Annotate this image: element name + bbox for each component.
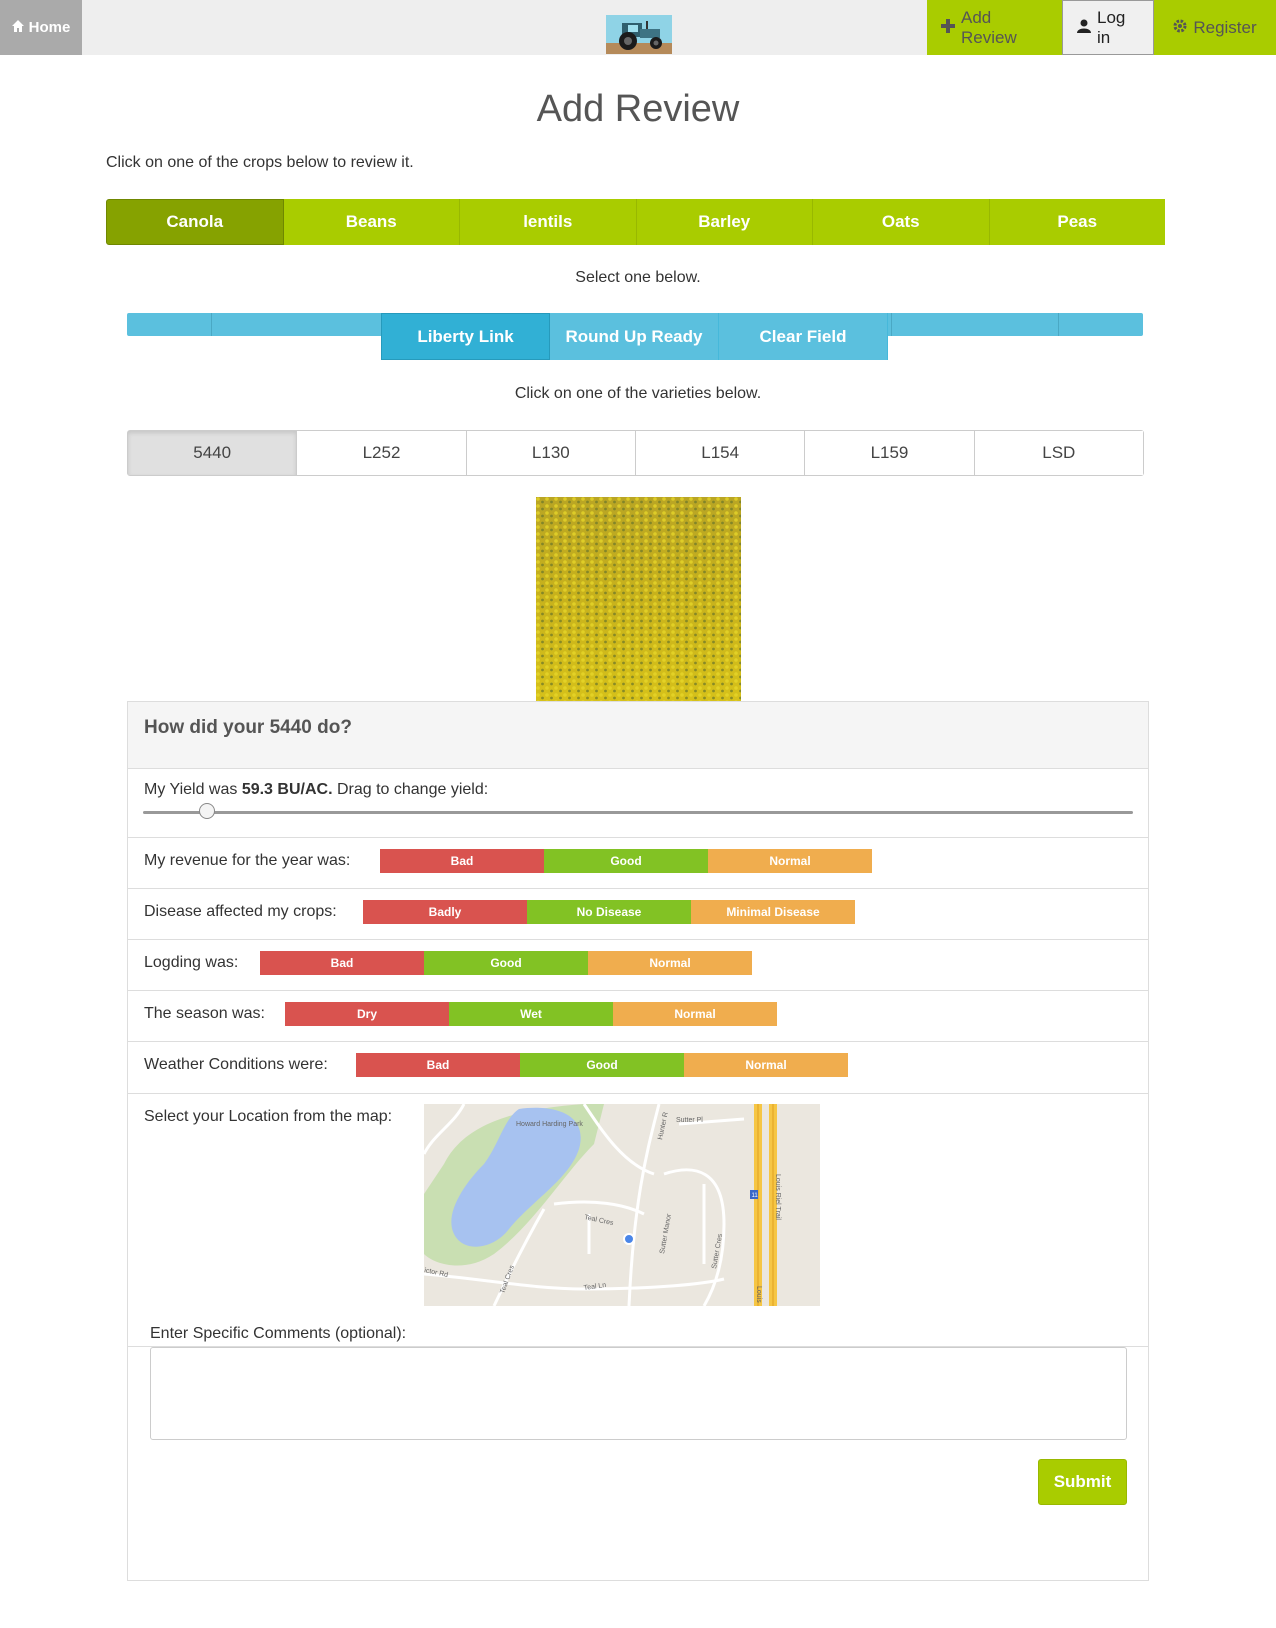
yield-label: My Yield was 59.3 BU/AC. Drag to change … bbox=[144, 781, 488, 799]
map-label: Louis Riel Trail bbox=[774, 1174, 781, 1220]
crop-tabs: Canola Beans lentils Barley Oats Peas bbox=[106, 199, 1165, 245]
herbicide-bar-divider bbox=[891, 313, 892, 336]
user-icon bbox=[1077, 18, 1091, 38]
comments-textarea[interactable] bbox=[150, 1347, 1127, 1440]
yield-slider-track[interactable] bbox=[143, 811, 1133, 814]
herbicide-bar-divider bbox=[211, 313, 212, 336]
revenue-option-normal[interactable]: Normal bbox=[708, 849, 872, 873]
crop-tab-beans[interactable]: Beans bbox=[283, 199, 460, 245]
variety-tab-l252[interactable]: L252 bbox=[297, 431, 467, 475]
home-label: Home bbox=[28, 19, 71, 36]
revenue-option-good[interactable]: Good bbox=[544, 849, 708, 873]
revenue-option-bad[interactable]: Bad bbox=[380, 849, 544, 873]
lodging-option-good[interactable]: Good bbox=[424, 951, 588, 975]
season-label: The season was: bbox=[144, 1005, 265, 1022]
weather-choices: Bad Good Normal bbox=[356, 1053, 848, 1077]
gear-icon bbox=[1173, 18, 1187, 38]
login-label: Log in bbox=[1097, 7, 1126, 47]
canola-field-image bbox=[536, 497, 741, 701]
disease-choices: Badly No Disease Minimal Disease bbox=[363, 900, 855, 924]
herbicide-bar-divider bbox=[1058, 313, 1059, 336]
variety-tabs: 5440 L252 L130 L154 L159 LSD bbox=[127, 430, 1144, 476]
season-option-normal[interactable]: Normal bbox=[613, 1002, 777, 1026]
variety-tab-l130[interactable]: L130 bbox=[466, 431, 636, 475]
variety-tab-l154[interactable]: L154 bbox=[635, 431, 806, 475]
variety-tab-lsd[interactable]: LSD bbox=[974, 431, 1143, 475]
home-icon bbox=[11, 19, 24, 36]
revenue-label: My revenue for the year was: bbox=[144, 852, 351, 869]
map-label: Howard Harding Park bbox=[516, 1121, 583, 1128]
variety-hint: Click on one of the varieties below. bbox=[514, 385, 762, 402]
weather-option-normal[interactable]: Normal bbox=[684, 1053, 848, 1077]
season-choices: Dry Wet Normal bbox=[285, 1002, 777, 1026]
question-row: Weather Conditions were: Bad Good Normal bbox=[128, 1042, 1148, 1094]
tractor-logo[interactable] bbox=[606, 15, 672, 54]
page-title: Add Review bbox=[536, 88, 740, 130]
location-map[interactable]: Howard Harding Park Sutter Pl Hunter R T… bbox=[424, 1104, 820, 1306]
question-row: My revenue for the year was: Bad Good No… bbox=[128, 838, 1148, 889]
disease-label: Disease affected my crops: bbox=[144, 903, 337, 920]
weather-label: Weather Conditions were: bbox=[144, 1056, 328, 1073]
revenue-choices: Bad Good Normal bbox=[380, 849, 872, 873]
variety-tab-5440[interactable]: 5440 bbox=[128, 431, 298, 475]
map-label: Louis bbox=[755, 1286, 762, 1303]
season-option-dry[interactable]: Dry bbox=[285, 1002, 449, 1026]
navbar: Home Add Review Log in Register bbox=[0, 0, 1276, 55]
lodging-choices: Bad Good Normal bbox=[260, 951, 752, 975]
disease-option-no-disease[interactable]: No Disease bbox=[527, 900, 691, 924]
lodging-label: Logding was: bbox=[144, 954, 239, 971]
weather-option-good[interactable]: Good bbox=[520, 1053, 684, 1077]
map-label: Sutter Pl bbox=[676, 1117, 703, 1124]
crop-tab-lentils[interactable]: lentils bbox=[460, 199, 637, 245]
yield-value: 59.3 BU/AC. bbox=[241, 781, 333, 798]
weather-option-bad[interactable]: Bad bbox=[356, 1053, 520, 1077]
map-label: 11 bbox=[752, 1193, 759, 1199]
crop-tab-canola[interactable]: Canola bbox=[106, 199, 284, 245]
yield-row: My Yield was 59.3 BU/AC. Drag to change … bbox=[128, 769, 1148, 838]
herbicide-tab-liberty-link[interactable]: Liberty Link bbox=[381, 313, 550, 360]
location-label: Select your Location from the map: bbox=[144, 1108, 393, 1125]
review-panel: How did your 5440 do? My Yield was 59.3 … bbox=[127, 701, 1149, 1581]
crop-hint: Click on one of the crops below to revie… bbox=[106, 154, 414, 171]
register-button[interactable]: Register bbox=[1154, 0, 1276, 55]
disease-option-minimal-disease[interactable]: Minimal Disease bbox=[691, 900, 855, 924]
disease-option-badly[interactable]: Badly bbox=[363, 900, 527, 924]
crop-tab-oats[interactable]: Oats bbox=[813, 199, 990, 245]
add-review-button[interactable]: Add Review bbox=[927, 0, 1062, 55]
yield-prefix: My Yield was bbox=[144, 781, 242, 798]
herbicide-hint: Select one below. bbox=[575, 269, 701, 286]
nav-actions: Add Review Log in Register bbox=[927, 0, 1276, 55]
herbicide-tab-round-up-ready[interactable]: Round Up Ready bbox=[550, 313, 719, 360]
crop-tab-peas[interactable]: Peas bbox=[989, 199, 1165, 245]
plus-icon bbox=[941, 18, 955, 38]
comments-label: Enter Specific Comments (optional): bbox=[150, 1325, 407, 1342]
season-option-wet[interactable]: Wet bbox=[449, 1002, 613, 1026]
home-link[interactable]: Home bbox=[0, 0, 82, 55]
review-heading: How did your 5440 do? bbox=[128, 702, 1148, 769]
location-row: Select your Location from the map: Howar… bbox=[128, 1094, 1148, 1347]
herbicide-tab-clear-field[interactable]: Clear Field bbox=[719, 313, 888, 360]
question-row: Disease affected my crops: Badly No Dise… bbox=[128, 889, 1148, 940]
question-row: Logding was: Bad Good Normal bbox=[128, 940, 1148, 991]
login-button[interactable]: Log in bbox=[1062, 0, 1154, 55]
variety-tab-l159[interactable]: L159 bbox=[805, 431, 975, 475]
lodging-option-normal[interactable]: Normal bbox=[588, 951, 752, 975]
crop-tab-barley[interactable]: Barley bbox=[636, 199, 813, 245]
submit-button[interactable]: Submit bbox=[1038, 1459, 1127, 1505]
yield-slider-handle[interactable] bbox=[199, 803, 216, 819]
yield-suffix: Drag to change yield: bbox=[332, 781, 489, 798]
question-row: The season was: Dry Wet Normal bbox=[128, 991, 1148, 1042]
register-label: Register bbox=[1193, 17, 1257, 37]
add-review-label: Add Review bbox=[961, 7, 1017, 47]
herbicide-tabs: Liberty Link Round Up Ready Clear Field bbox=[381, 313, 888, 360]
lodging-option-bad[interactable]: Bad bbox=[260, 951, 424, 975]
